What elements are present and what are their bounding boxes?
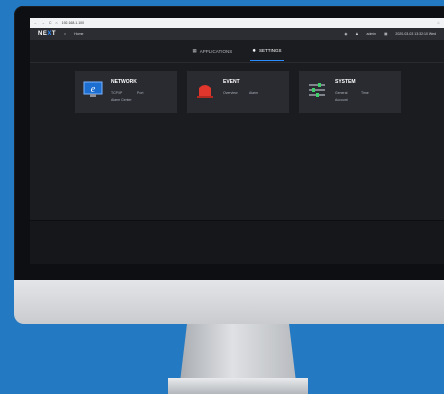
svg-text:e: e — [91, 84, 96, 95]
siren-icon — [197, 85, 213, 98]
home-link[interactable]: Home — [74, 32, 83, 36]
monitor-screen: ← → C ⌂ 192.168.1.100 ☆ NEXT ⌂ Home ◉ ♟ … — [30, 18, 444, 264]
sliders-icon — [309, 83, 325, 97]
arrow-left-icon[interactable]: ← — [34, 21, 38, 25]
main-tabs: ▦ APPLICATIONS ✹ SETTINGS — [30, 40, 444, 63]
star-icon[interactable]: ☆ — [437, 21, 440, 25]
notification-icon[interactable]: ◉ — [344, 32, 347, 36]
arrow-right-icon[interactable]: → — [42, 21, 46, 25]
grid-icon: ▦ — [192, 48, 197, 53]
monitor-icon: e — [83, 81, 103, 97]
settings-cards: e NETWORK TCP/IP Port Alarm Center EVENT… — [75, 71, 401, 113]
home-icon[interactable]: ⌂ — [56, 21, 58, 25]
card-event[interactable]: EVENT Overview Alarm — [187, 71, 289, 113]
link-account[interactable]: Account — [335, 98, 348, 102]
link-general[interactable]: General — [335, 91, 347, 95]
tab-settings[interactable]: ✹ SETTINGS — [250, 42, 284, 61]
monitor-stand — [180, 324, 296, 382]
link-overview[interactable]: Overview — [223, 91, 238, 95]
monitor-stand-base — [168, 378, 308, 394]
home-icon[interactable]: ⌂ — [64, 32, 66, 36]
link-port[interactable]: Port — [137, 91, 143, 95]
datetime: 2020-03-03 13:32:10 Wed — [395, 32, 436, 36]
card-title: NETWORK — [111, 79, 137, 85]
link-alarm-center[interactable]: Alarm Center — [111, 98, 132, 102]
card-title: SYSTEM — [335, 79, 356, 85]
link-time[interactable]: Time — [361, 91, 369, 95]
user-icon: ♟ — [355, 32, 359, 36]
link-tcpip[interactable]: TCP/IP — [111, 91, 122, 95]
url-bar[interactable]: 192.168.1.100 — [62, 21, 84, 25]
user-name[interactable]: admin — [367, 32, 377, 36]
link-alarm[interactable]: Alarm — [249, 91, 258, 95]
page-footer-area — [30, 220, 444, 264]
browser-toolbar: ← → C ⌂ 192.168.1.100 ☆ — [30, 18, 444, 28]
card-system[interactable]: SYSTEM General Time Account — [299, 71, 401, 113]
monitor-chin — [14, 280, 444, 324]
reload-icon[interactable]: C — [49, 21, 52, 25]
gear-icon: ✹ — [252, 47, 256, 53]
tab-applications[interactable]: ▦ APPLICATIONS — [191, 42, 235, 60]
card-title: EVENT — [223, 79, 240, 85]
calendar-icon: ▦ — [384, 32, 388, 36]
app-header: NEXT ⌂ Home ◉ ♟ admin ▦ 2020-03-03 13:32… — [30, 28, 444, 40]
logo[interactable]: NEXT — [38, 31, 56, 37]
card-network[interactable]: e NETWORK TCP/IP Port Alarm Center — [75, 71, 177, 113]
